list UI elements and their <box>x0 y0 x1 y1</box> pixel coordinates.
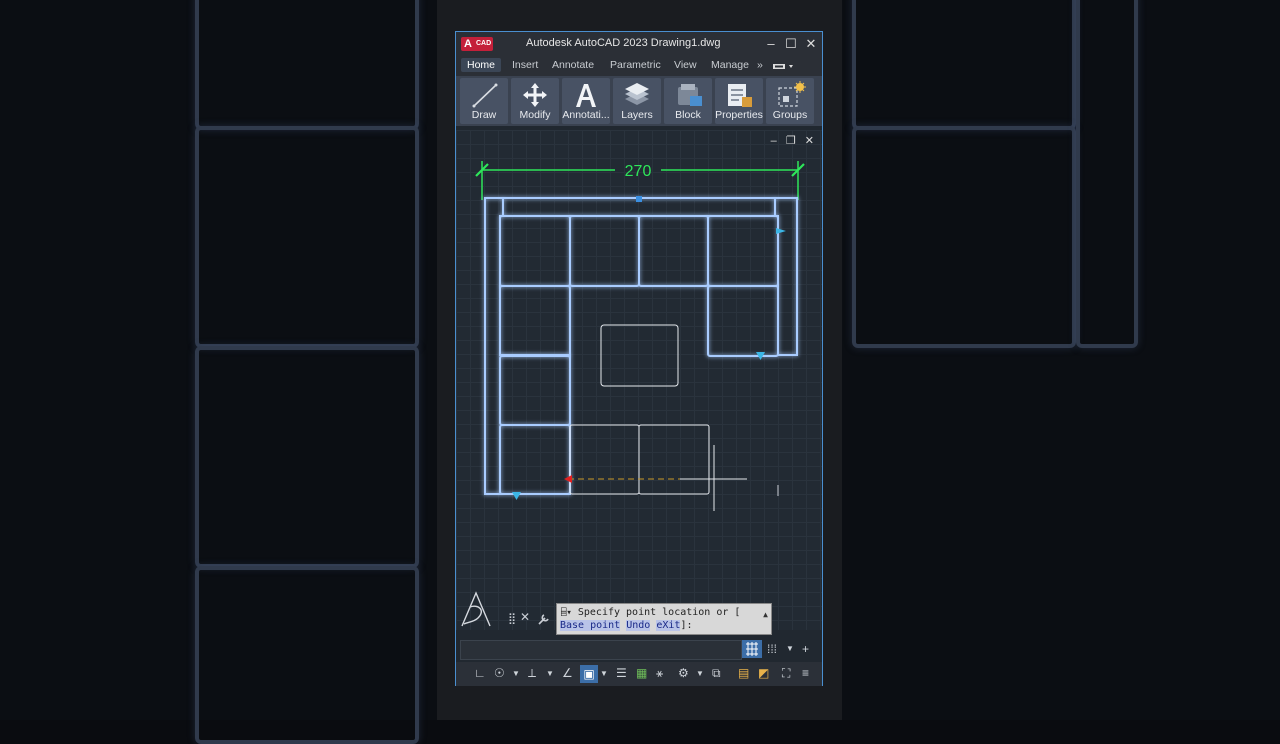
copied-cushions[interactable] <box>569 424 710 495</box>
workspace-icon[interactable]: ⧉ <box>712 666 721 681</box>
block-button[interactable]: Block <box>664 78 712 124</box>
workspace-dropdown-icon[interactable] <box>772 62 796 72</box>
block-icon <box>678 84 702 106</box>
tabs-overflow-icon[interactable]: » <box>757 59 763 71</box>
command-input[interactable] <box>460 640 742 660</box>
settings-dropdown-icon[interactable]: ▼ <box>696 669 704 678</box>
background-cushion <box>852 126 1076 348</box>
text-a-icon <box>576 84 596 107</box>
cmd-grip-icon[interactable]: ⣿ <box>508 612 516 625</box>
lineweight-icon[interactable]: ☰ <box>616 666 627 680</box>
tab-home[interactable]: Home <box>461 58 502 72</box>
cmd-history-icon[interactable]: ⌸▾ <box>561 608 572 618</box>
dynamic-ucs-icon[interactable]: ∠ <box>562 666 573 680</box>
selection-dropdown-icon[interactable]: ▼ <box>600 669 608 678</box>
tab-annotate[interactable]: Annotate <box>552 59 594 71</box>
background-cushion <box>195 566 419 744</box>
window-title: Autodesk AutoCAD 2023 Drawing1.dwg <box>526 37 721 49</box>
ortho-icon[interactable]: ∟ <box>474 666 486 680</box>
cmd-option-base-point[interactable]: Base point <box>560 620 621 631</box>
close-button[interactable]: ✕ <box>802 35 820 53</box>
cmd-scroll-up-icon[interactable]: ▲ <box>763 610 768 619</box>
maximize-button[interactable]: ☐ <box>782 35 800 53</box>
tab-view[interactable]: View <box>674 59 697 71</box>
background-cushion <box>852 0 1076 130</box>
cmd-option-exit[interactable]: eXit <box>656 620 681 631</box>
cmd-close-icon[interactable]: ✕ <box>520 610 530 624</box>
grip-arrow[interactable] <box>512 492 521 500</box>
isolate-objects-icon[interactable]: ◩ <box>758 666 769 680</box>
grid-icon <box>746 642 758 656</box>
background-cushion <box>195 0 419 130</box>
fullscreen-icon[interactable]: ⛶ <box>782 666 790 681</box>
grip-arrow[interactable] <box>776 228 786 234</box>
move-icon <box>523 83 547 107</box>
groups-icon <box>778 81 806 107</box>
title-bar: A CAD Autodesk AutoCAD 2023 Drawing1.dwg… <box>456 32 822 56</box>
tab-insert[interactable]: Insert <box>512 59 538 71</box>
grip-handle[interactable] <box>636 196 642 202</box>
command-prompt: ⌸▾ Specify point location or [ Base poin… <box>556 603 772 635</box>
snap-dropdown-icon[interactable]: ▼ <box>786 644 794 653</box>
settings-gear-icon[interactable]: ⚙ <box>678 666 689 680</box>
isodraft-dropdown-icon[interactable]: ▼ <box>546 669 554 678</box>
background-arm <box>1076 0 1138 348</box>
dimension-text: 270 <box>625 163 652 180</box>
annotation-monitor-icon[interactable]: ▤ <box>738 666 749 680</box>
tracking-marker <box>564 475 572 483</box>
crosshair-cursor <box>680 445 747 511</box>
annotation-scale-icon[interactable]: ⚹ <box>656 666 663 681</box>
minimize-button[interactable]: – <box>762 35 780 53</box>
cmd-suffix: ]: <box>680 620 693 631</box>
layers-button[interactable]: Layers <box>613 78 661 124</box>
autocad-window: A CAD Autodesk AutoCAD 2023 Drawing1.dwg… <box>455 31 823 686</box>
cmd-option-undo[interactable]: Undo <box>626 620 651 631</box>
properties-button[interactable]: Properties <box>715 78 763 124</box>
background-cushion <box>195 346 419 568</box>
isodraft-icon[interactable]: ⟂ <box>528 666 536 681</box>
snap-icon[interactable]: ⁞⁞⁞ <box>767 642 777 656</box>
polar-icon[interactable]: ☉ <box>494 666 505 680</box>
annotation-button[interactable]: Annotati... <box>562 78 610 124</box>
polar-dropdown-icon[interactable]: ▼ <box>512 669 520 678</box>
sofa-outline[interactable] <box>484 197 798 495</box>
background-cushion <box>195 126 419 348</box>
cmd-customize-icon[interactable] <box>537 612 551 626</box>
ribbon-panel: Draw Modify Annotati... Layers Block Pro… <box>456 76 822 126</box>
drawing-viewport[interactable]: – ❐ ✕ 270 ⣿ ✕ ⌸▾ Specify point location … <box>456 130 822 635</box>
customization-menu-icon[interactable]: ≡ <box>802 666 809 680</box>
properties-icon <box>728 84 752 107</box>
status-bar: ∟ ☉ ▼ ⟂ ▼ ∠ ▣ ▼ ☰ ▦ ⚹ ⚙ ▼ ⧉ ▤ ◩ ⛶ ≡ <box>456 662 822 686</box>
add-status-icon[interactable]: + <box>802 642 809 656</box>
tab-manage[interactable]: Manage <box>711 59 749 71</box>
groups-button[interactable]: Groups <box>766 78 814 124</box>
tab-parametric[interactable]: Parametric <box>610 59 661 71</box>
coffee-table[interactable] <box>600 324 679 387</box>
drawing-canvas: 270 <box>461 161 805 627</box>
autocad-logo: A CAD <box>461 37 493 51</box>
draw-button[interactable]: Draw <box>460 78 508 124</box>
modify-button[interactable]: Modify <box>511 78 559 124</box>
selection-cycling-icon[interactable]: ▣ <box>580 665 598 683</box>
transparency-icon[interactable]: ▦ <box>636 666 647 680</box>
layers-icon <box>625 83 649 105</box>
grid-toggle[interactable] <box>742 640 762 658</box>
ribbon-tabs: Home Insert Annotate Parametric View Man… <box>456 56 822 76</box>
cmd-prompt-text: Specify point location or [ <box>577 607 741 618</box>
ucs-icon <box>461 591 491 627</box>
line-icon <box>472 83 498 108</box>
